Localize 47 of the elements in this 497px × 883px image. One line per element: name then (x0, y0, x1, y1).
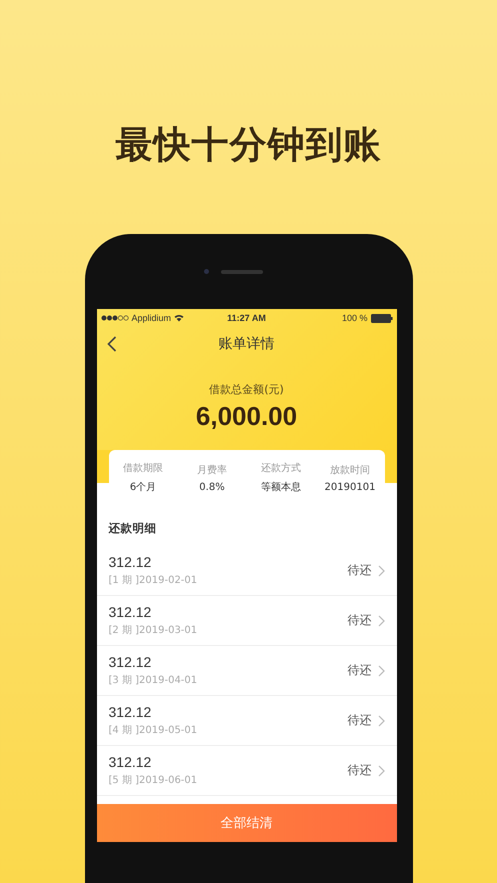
camera-icon (204, 269, 209, 274)
chevron-right-icon (378, 714, 384, 726)
headline: 最快十分钟到账 (116, 122, 382, 168)
term-label: 还款方式 (261, 462, 301, 475)
installment-amount: 312.12 (108, 754, 152, 770)
installment-status: 待还 (348, 762, 372, 779)
page-title: 账单详情 (218, 334, 274, 352)
term-label: 放款时间 (330, 464, 370, 476)
chevron-right-icon (378, 764, 384, 776)
term-value: 20190101 (324, 482, 376, 492)
installment-row[interactable]: 312.12 [3 期 ]2019-04-01 待还 (96, 646, 396, 696)
installment-amount: 312.12 (108, 704, 152, 720)
term-label: 月费率 (197, 464, 227, 476)
signal-icon (100, 315, 128, 321)
installment-status: 待还 (348, 662, 372, 679)
total-amount: 6,000.00 (196, 401, 298, 432)
term-label: 借款期限 (123, 462, 163, 475)
installment-date: [2 期 ]2019-03-01 (108, 624, 198, 637)
installment-row[interactable]: 312.12 [5 期 ]2019-06-01 待还 (96, 746, 396, 796)
speaker-icon (221, 270, 263, 274)
installment-date: [5 期 ]2019-06-01 (108, 774, 198, 787)
section-title: 还款明细 (108, 520, 158, 537)
wifi-icon (174, 314, 184, 322)
term-value: 0.8% (199, 482, 225, 492)
status-time: 11:27 AM (227, 313, 266, 323)
carrier-name: Applidium (132, 313, 172, 323)
installment-row[interactable]: 312.12 [2 期 ]2019-03-01 待还 (96, 596, 396, 646)
chevron-right-icon (378, 564, 384, 576)
battery-percent: 100 % (342, 313, 368, 323)
term-value: 6个月 (130, 481, 156, 494)
installment-date: [3 期 ]2019-04-01 (108, 674, 198, 687)
installment-date: [4 期 ]2019-05-01 (108, 724, 198, 737)
chevron-right-icon (378, 614, 384, 626)
installment-date: [1 期 ]2019-02-01 (108, 574, 198, 587)
installment-amount: 312.12 (108, 604, 152, 620)
battery-icon (370, 314, 392, 322)
installment-row[interactable]: 312.12 [1 期 ]2019-02-01 待还 (96, 546, 396, 596)
term-value: 等额本息 (261, 480, 301, 494)
installment-status: 待还 (348, 612, 372, 629)
installment-status: 待还 (348, 562, 372, 579)
installment-amount: 312.12 (108, 654, 152, 670)
installment-row[interactable]: 312.12 [4 期 ]2019-05-01 待还 (96, 696, 396, 746)
back-button[interactable] (106, 335, 118, 353)
total-amount-label: 借款总金额(元) (209, 382, 284, 397)
installment-status: 待还 (348, 712, 372, 729)
installment-amount: 312.12 (108, 554, 152, 570)
chevron-right-icon (378, 664, 384, 676)
